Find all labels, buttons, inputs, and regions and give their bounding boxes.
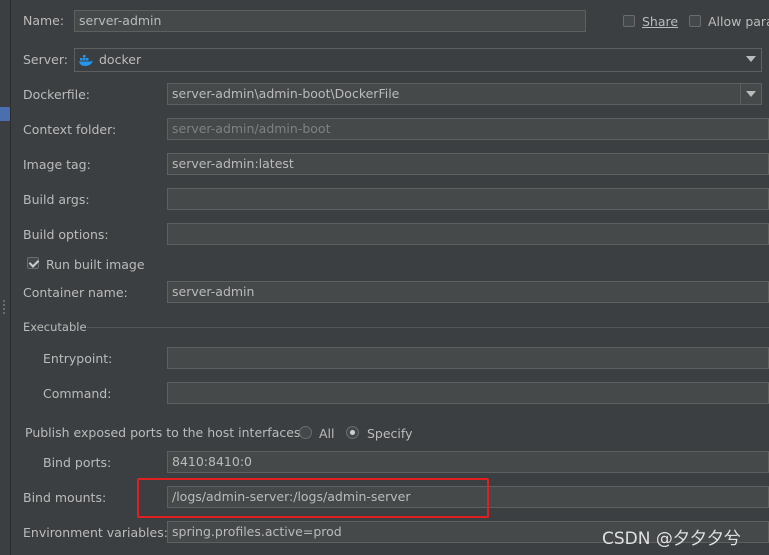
- dockerfile-combo[interactable]: server-admin\admin-boot\DockerFile: [167, 83, 762, 105]
- command-label: Command:: [43, 386, 112, 401]
- specify-radio-label: Specify: [367, 426, 413, 441]
- bind-ports-label: Bind ports:: [43, 455, 112, 470]
- dockerfile-value: server-admin\admin-boot\DockerFile: [172, 86, 400, 101]
- entrypoint-input[interactable]: [167, 347, 769, 369]
- entrypoint-label: Entrypoint:: [43, 351, 113, 366]
- executable-section-title: Executable: [23, 320, 87, 334]
- share-checkbox[interactable]: [623, 15, 635, 27]
- build-args-label: Build args:: [23, 192, 90, 207]
- container-name-label: Container name:: [23, 285, 128, 300]
- specify-radio[interactable]: [346, 426, 359, 439]
- name-label: Name:: [23, 13, 65, 28]
- bind-mounts-label: Bind mounts:: [23, 490, 107, 505]
- all-radio[interactable]: [299, 426, 312, 439]
- watermark: CSDN @夕夕夕兮: [602, 529, 741, 549]
- build-options-label: Build options:: [23, 227, 109, 242]
- image-tag-label: Image tag:: [23, 157, 91, 172]
- build-args-input[interactable]: [167, 188, 769, 210]
- share-label: Share: [642, 14, 679, 29]
- context-folder-input[interactable]: server-admin/admin-boot: [167, 118, 769, 140]
- allow-parallel-label: Allow para: [708, 14, 769, 29]
- selected-config-marker: [0, 107, 10, 121]
- build-options-input[interactable]: [167, 223, 769, 245]
- dockerfile-label: Dockerfile:: [23, 87, 91, 102]
- bind-ports-input[interactable]: 8410:8410:0: [167, 451, 769, 473]
- run-built-image-checkbox[interactable]: [27, 257, 39, 269]
- environment-variables-label: Environment variables:: [23, 525, 168, 540]
- splitter-handle[interactable]: [3, 300, 8, 314]
- server-value: docker: [99, 52, 142, 67]
- docker-icon: [79, 54, 93, 66]
- command-input[interactable]: [167, 382, 769, 404]
- server-select[interactable]: docker: [74, 48, 762, 72]
- context-folder-label: Context folder:: [23, 122, 117, 137]
- executable-separator: [87, 327, 769, 328]
- all-radio-label: All: [319, 426, 335, 441]
- name-input[interactable]: server-admin: [74, 10, 586, 32]
- dockerfile-dropdown-arrow-icon[interactable]: [740, 84, 761, 104]
- image-tag-input[interactable]: server-admin:latest: [167, 153, 769, 175]
- run-built-image-label: Run built image: [46, 257, 145, 272]
- left-panel-strip: [0, 0, 11, 555]
- publish-ports-label: Publish exposed ports to the host interf…: [25, 425, 305, 440]
- allow-parallel-checkbox[interactable]: [689, 15, 701, 27]
- bind-mounts-highlight-box: [137, 478, 489, 518]
- server-dropdown-arrow-icon[interactable]: [741, 49, 761, 69]
- container-name-input[interactable]: server-admin: [167, 281, 769, 303]
- server-label: Server:: [23, 52, 68, 67]
